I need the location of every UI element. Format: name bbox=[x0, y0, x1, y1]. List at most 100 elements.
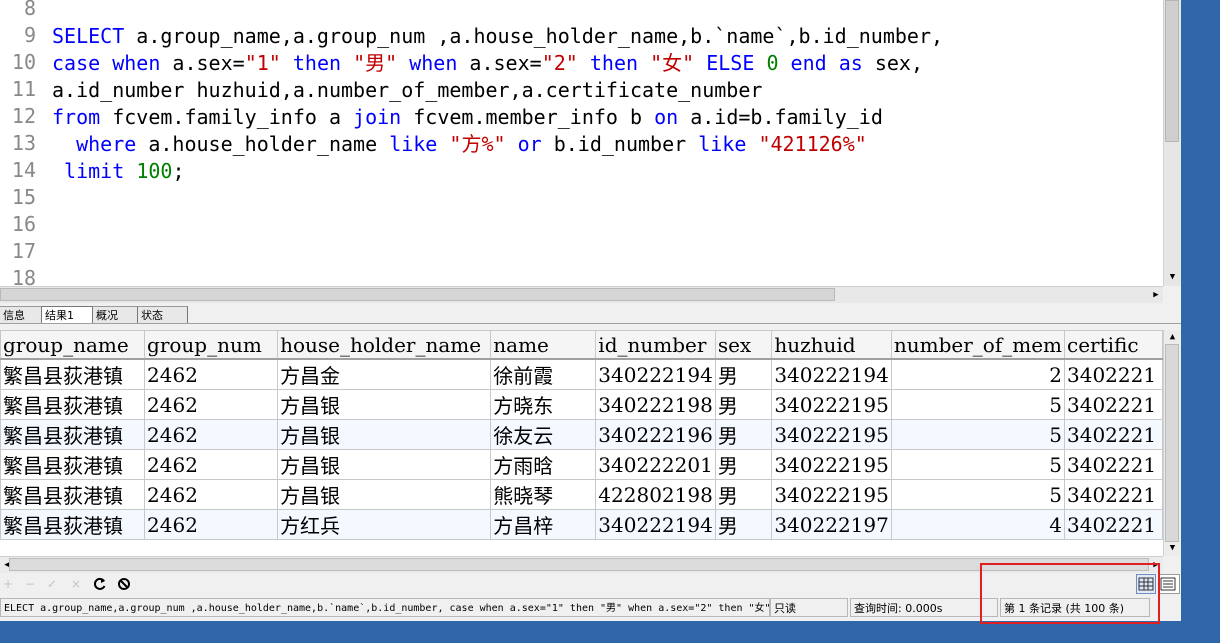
table-cell[interactable]: 5 bbox=[890, 479, 1066, 510]
table-cell[interactable]: 2462 bbox=[144, 358, 279, 390]
scroll-thumb[interactable] bbox=[9, 558, 1149, 571]
scroll-up-arrow-icon[interactable]: ▲ bbox=[1164, 330, 1181, 344]
table-cell[interactable]: 2462 bbox=[144, 509, 279, 540]
column-header[interactable]: house_holder_name bbox=[277, 330, 492, 360]
table-cell[interactable]: 340222194 bbox=[771, 358, 892, 390]
tab-overview[interactable]: 概况 bbox=[93, 306, 138, 323]
scroll-thumb[interactable] bbox=[1165, 0, 1179, 142]
table-cell[interactable]: 5 bbox=[890, 389, 1066, 420]
table-cell[interactable]: 3402221 bbox=[1064, 358, 1163, 390]
table-cell[interactable]: 2 bbox=[890, 358, 1066, 390]
table-cell[interactable]: 340222195 bbox=[771, 389, 892, 420]
table-cell[interactable]: 繁昌县荻港镇 bbox=[0, 358, 146, 390]
table-cell[interactable]: 方昌银 bbox=[277, 389, 492, 420]
table-cell[interactable]: 徐友云 bbox=[490, 419, 597, 450]
tab-result-1[interactable]: 结果1 bbox=[42, 306, 93, 323]
editor-horizontal-scrollbar[interactable]: ▶ bbox=[0, 286, 1163, 303]
table-cell[interactable]: 340222195 bbox=[771, 449, 892, 480]
table-row[interactable]: 繁昌县荻港镇 2462 方红兵 方昌梓 340222194 男 34022219… bbox=[0, 509, 1163, 540]
result-grid[interactable]: group_name group_num house_holder_name n… bbox=[0, 330, 1163, 556]
column-header[interactable]: huzhuid bbox=[771, 330, 892, 360]
table-cell[interactable]: 5 bbox=[890, 419, 1066, 450]
table-cell[interactable]: 方晓东 bbox=[490, 389, 597, 420]
line-number: 12 bbox=[11, 104, 36, 128]
table-cell[interactable]: 3402221 bbox=[1064, 479, 1163, 510]
form-view-icon[interactable] bbox=[1158, 574, 1180, 594]
column-header[interactable]: id_number bbox=[595, 330, 716, 360]
table-cell[interactable]: 3402221 bbox=[1064, 389, 1163, 420]
table-row[interactable]: 繁昌县荻港镇 2462 方昌银 方晓东 340222198 男 34022219… bbox=[0, 389, 1163, 420]
table-row[interactable]: 繁昌县荻港镇 2462 方昌金 徐前霞 340222194 男 34022219… bbox=[0, 358, 1163, 390]
table-cell[interactable]: 男 bbox=[714, 449, 773, 480]
scroll-down-arrow-icon[interactable]: ▼ bbox=[1164, 541, 1181, 555]
sql-editor[interactable]: 8 9 10 11 12 13 14 15 16 17 18 SELECT a.… bbox=[0, 0, 1163, 286]
table-cell[interactable]: 繁昌县荻港镇 bbox=[0, 479, 146, 510]
grid-vertical-scrollbar[interactable]: ▲ ▼ bbox=[1163, 330, 1181, 556]
column-header[interactable]: sex bbox=[714, 330, 773, 360]
add-record-icon[interactable]: + bbox=[0, 576, 16, 592]
table-row[interactable]: 繁昌县荻港镇 2462 方昌银 徐友云 340222196 男 34022219… bbox=[0, 419, 1163, 450]
table-cell[interactable]: 340222196 bbox=[595, 419, 716, 450]
table-cell[interactable]: 340222201 bbox=[595, 449, 716, 480]
table-cell[interactable]: 繁昌县荻港镇 bbox=[0, 419, 146, 450]
table-row[interactable]: 繁昌县荻港镇 2462 方昌银 熊晓琴 422802198 男 34022219… bbox=[0, 479, 1163, 510]
line-number: 10 bbox=[11, 50, 36, 74]
refresh-icon[interactable] bbox=[92, 576, 108, 592]
table-cell[interactable]: 徐前霞 bbox=[490, 358, 597, 390]
line-number: 11 bbox=[11, 77, 36, 101]
scroll-thumb[interactable] bbox=[0, 288, 835, 301]
column-header[interactable]: group_num bbox=[144, 330, 279, 360]
table-cell[interactable]: 熊晓琴 bbox=[490, 479, 597, 510]
code-line-9: SELECT a.group_name,a.group_num ,a.house… bbox=[52, 24, 944, 48]
apply-check-icon[interactable]: ✓ bbox=[44, 576, 60, 592]
table-cell[interactable]: 方昌银 bbox=[277, 419, 492, 450]
table-cell[interactable]: 方昌金 bbox=[277, 358, 492, 390]
stop-icon[interactable] bbox=[116, 576, 132, 592]
table-cell[interactable]: 方昌梓 bbox=[490, 509, 597, 540]
table-cell[interactable]: 繁昌县荻港镇 bbox=[0, 389, 146, 420]
table-cell[interactable]: 2462 bbox=[144, 389, 279, 420]
table-cell[interactable]: 340222197 bbox=[771, 509, 892, 540]
table-cell[interactable]: 男 bbox=[714, 358, 773, 390]
table-cell[interactable]: 男 bbox=[714, 419, 773, 450]
table-cell[interactable]: 340222195 bbox=[771, 479, 892, 510]
tab-info[interactable]: 信息 bbox=[0, 306, 42, 323]
scroll-down-arrow-icon[interactable]: ▼ bbox=[1164, 270, 1181, 284]
table-cell[interactable]: 422802198 bbox=[595, 479, 716, 510]
table-row[interactable]: 繁昌县荻港镇 2462 方昌银 方雨晗 340222201 男 34022219… bbox=[0, 449, 1163, 480]
column-header[interactable]: group_name bbox=[0, 330, 146, 360]
table-cell[interactable]: 3402221 bbox=[1064, 449, 1163, 480]
table-cell[interactable]: 方昌银 bbox=[277, 449, 492, 480]
table-cell[interactable]: 2462 bbox=[144, 479, 279, 510]
tab-status[interactable]: 状态 bbox=[138, 306, 188, 323]
table-cell[interactable]: 3402221 bbox=[1064, 419, 1163, 450]
delete-record-icon[interactable]: − bbox=[22, 576, 38, 592]
table-cell[interactable]: 4 bbox=[890, 509, 1066, 540]
table-cell[interactable]: 340222198 bbox=[595, 389, 716, 420]
scroll-right-arrow-icon[interactable]: ▶ bbox=[1149, 287, 1163, 303]
table-cell[interactable]: 繁昌县荻港镇 bbox=[0, 449, 146, 480]
line-number: 15 bbox=[11, 185, 36, 209]
table-cell[interactable]: 340222194 bbox=[595, 358, 716, 390]
status-query-time: 查询时间: 0.000s bbox=[850, 598, 998, 617]
discard-x-icon[interactable]: × bbox=[68, 576, 84, 592]
table-cell[interactable]: 5 bbox=[890, 449, 1066, 480]
table-cell[interactable]: 男 bbox=[714, 389, 773, 420]
table-cell[interactable]: 男 bbox=[714, 509, 773, 540]
table-cell[interactable]: 3402221 bbox=[1064, 509, 1163, 540]
table-cell[interactable]: 方昌银 bbox=[277, 479, 492, 510]
table-cell[interactable]: 方红兵 bbox=[277, 509, 492, 540]
table-cell[interactable]: 2462 bbox=[144, 419, 279, 450]
table-cell[interactable]: 方雨晗 bbox=[490, 449, 597, 480]
table-cell[interactable]: 2462 bbox=[144, 449, 279, 480]
table-cell[interactable]: 340222194 bbox=[595, 509, 716, 540]
editor-vertical-scrollbar[interactable]: ▼ bbox=[1163, 0, 1181, 286]
table-cell[interactable]: 繁昌县荻港镇 bbox=[0, 509, 146, 540]
table-cell[interactable]: 男 bbox=[714, 479, 773, 510]
scroll-thumb[interactable] bbox=[1165, 344, 1179, 542]
column-header[interactable]: name bbox=[490, 330, 597, 360]
column-header[interactable]: certific bbox=[1064, 330, 1163, 360]
column-header[interactable]: number_of_mem bbox=[890, 330, 1066, 360]
line-number: 17 bbox=[11, 239, 36, 263]
table-cell[interactable]: 340222195 bbox=[771, 419, 892, 450]
